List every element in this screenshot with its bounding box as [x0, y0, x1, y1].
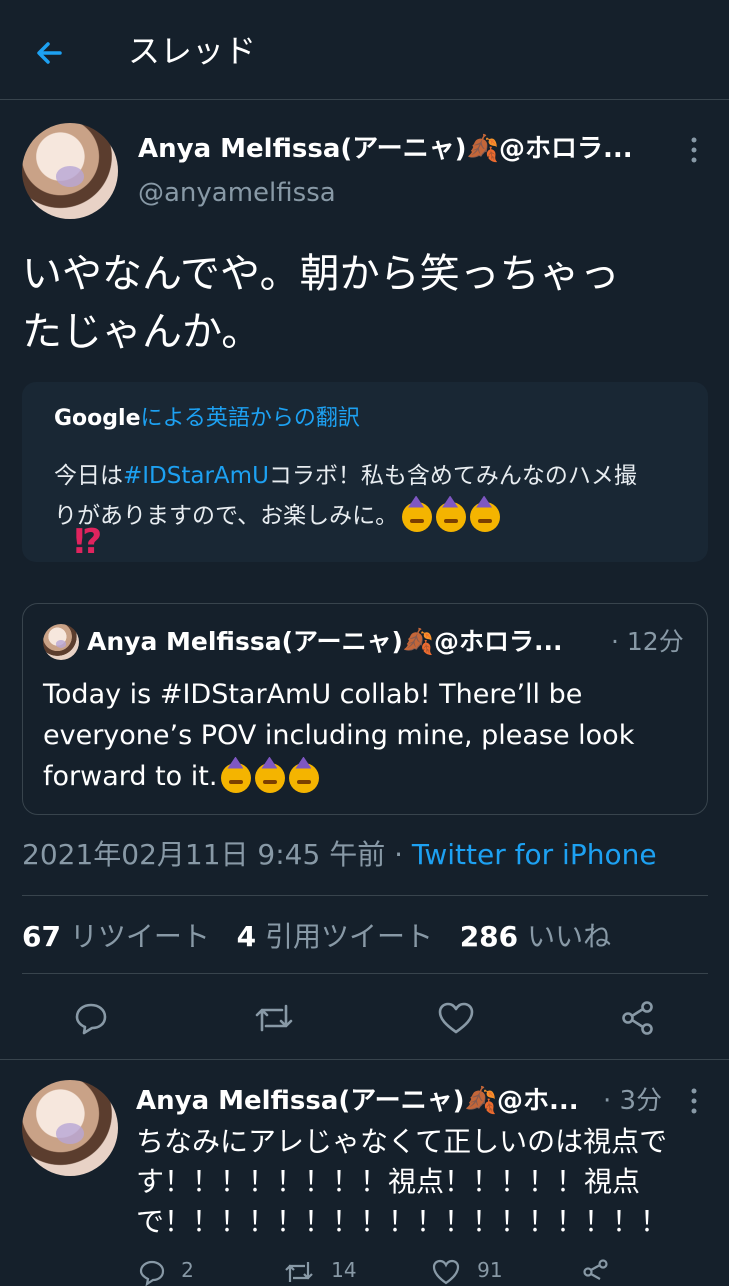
reply-count: 2	[181, 1258, 194, 1282]
share-icon	[622, 1001, 653, 1035]
thread-divider	[0, 1059, 729, 1060]
user-handle[interactable]: @anyamelfissa	[138, 176, 336, 210]
avatar[interactable]	[22, 1080, 118, 1176]
more-options-icon[interactable]	[684, 1086, 704, 1116]
header-divider	[0, 99, 729, 100]
translation-text: コラボ！私も含めてみんなのハメ撮	[268, 463, 637, 489]
reply-button[interactable]	[73, 1000, 109, 1036]
quoted-text-line: Today is #IDStarAmU collab! There’ll be	[43, 679, 583, 710]
quoted-tweet[interactable]: Anya Melfissa(アーニャ)🍂@ホロラ... · 12分 Today …	[22, 603, 708, 815]
quoted-display-name: Anya Melfissa(アーニャ)🍂@ホロラ...	[87, 627, 563, 656]
arrow-left-icon	[37, 42, 62, 64]
tweet-datetime: 2021年02月11日 9:45 午前 ·	[22, 838, 403, 871]
retweet-icon	[285, 1262, 313, 1282]
retweet-button[interactable]	[254, 1000, 294, 1036]
quotes-label: 引用ツイート	[264, 920, 433, 953]
reply-like-button[interactable]: 91	[432, 1258, 503, 1285]
reply-time: · 3分	[603, 1086, 663, 1116]
like-count: 91	[477, 1258, 503, 1282]
likes-stat[interactable]: 286 いいね	[460, 920, 611, 953]
heart-icon	[432, 1259, 460, 1285]
quotes-stat[interactable]: 4 引用ツイート	[237, 920, 433, 953]
party-face-emoji-icon	[402, 501, 433, 532]
page-title: スレッド	[128, 32, 257, 70]
stats-divider	[22, 973, 708, 974]
retweet-count: 14	[331, 1258, 357, 1282]
translation-label[interactable]: による英語からの翻訳	[141, 406, 360, 431]
quoted-time: · 12分	[611, 627, 684, 656]
party-face-emoji-icon	[221, 762, 252, 793]
more-options-icon[interactable]	[684, 135, 704, 165]
avatar[interactable]	[22, 123, 118, 219]
reply-text-line: で！！！！！！！！！！！！！！！！！！	[136, 1205, 669, 1238]
reply-display-name[interactable]: Anya Melfissa(アーニャ)🍂@ホ...	[136, 1084, 579, 1118]
quoted-text-line: forward to it.	[43, 761, 218, 792]
translation-text: 今日は	[54, 463, 123, 489]
share-button[interactable]	[620, 1000, 656, 1036]
quotes-count: 4	[236, 920, 257, 953]
translation-box: Googleによる英語からの翻訳 今日は#IDStarAmUコラボ！私も含めてみ…	[22, 382, 708, 562]
reply-icon	[75, 1003, 107, 1035]
reaction-mark: ⁉	[74, 522, 103, 562]
quoted-text-line: everyone’s POV including mine, please lo…	[43, 720, 635, 751]
reply-text-line: す！！！！！！！！視点！！！！！視点	[136, 1165, 641, 1198]
reply-reply-button[interactable]: 2	[138, 1258, 194, 1286]
like-button[interactable]	[437, 1000, 475, 1036]
reply-share-button[interactable]	[582, 1258, 610, 1280]
google-logo: Google	[54, 406, 141, 431]
meta-divider	[22, 895, 708, 896]
party-face-emoji-icon	[470, 501, 501, 532]
retweets-stat[interactable]: 67 リツイート	[22, 920, 210, 953]
retweet-icon	[255, 1004, 293, 1032]
retweets-label: リツイート	[69, 920, 210, 953]
hashtag-link[interactable]: #IDStarAmU	[123, 463, 269, 489]
heart-icon	[438, 1002, 474, 1034]
back-button[interactable]	[30, 33, 70, 73]
display-name[interactable]: Anya Melfissa(アーニャ)🍂@ホロラ...	[138, 132, 633, 166]
tweet-text-line: いやなんでや。朝から笑っちゃっ	[22, 251, 620, 297]
likes-count: 286	[459, 920, 519, 953]
share-icon	[583, 1259, 608, 1280]
avatar	[43, 624, 79, 660]
tweet-source-link[interactable]: Twitter for iPhone	[412, 838, 657, 871]
retweets-count: 67	[22, 920, 61, 953]
reply-text-line: ちなみにアレじゃなくて正しいのは視点で	[136, 1125, 668, 1158]
reply-icon	[139, 1260, 165, 1286]
reply-retweet-button[interactable]: 14	[284, 1258, 357, 1282]
translation-text: りがありますので、お楽しみに。	[54, 503, 399, 529]
party-face-emoji-icon	[436, 501, 467, 532]
party-face-emoji-icon	[289, 762, 320, 793]
party-face-emoji-icon	[255, 762, 286, 793]
likes-label: いいね	[527, 920, 612, 953]
tweet-text-line: たじゃんか。	[22, 309, 262, 355]
